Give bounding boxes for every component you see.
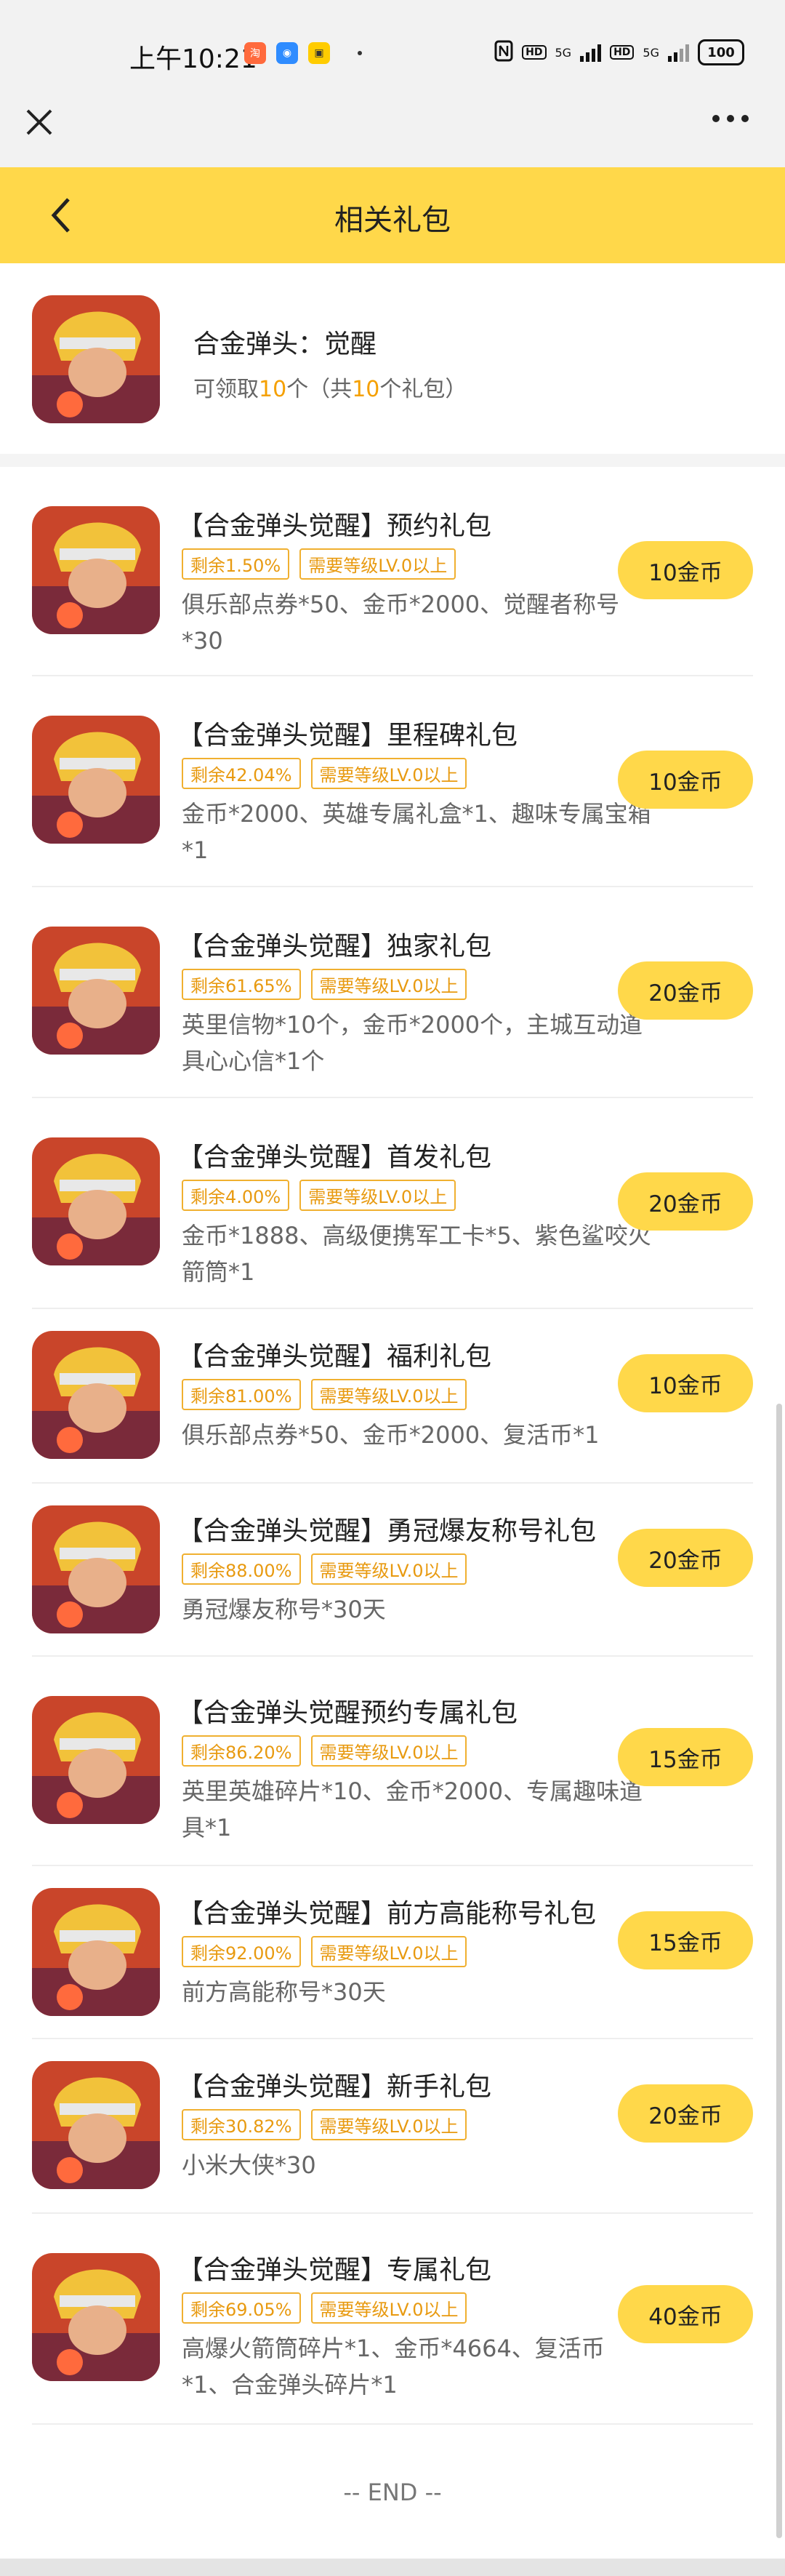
- level-badge: 需要等级LV.0以上: [299, 1180, 456, 1211]
- remaining-badge: 剩余61.65%: [182, 969, 301, 1000]
- gift-description: 俱乐部点券*50、金币*2000、复活币*1: [182, 1421, 600, 1449]
- gift-title: 【合金弹头觉醒】勇冠爆友称号礼包: [177, 1516, 597, 1546]
- scrollbar[interactable]: [776, 1404, 782, 2538]
- level-badge: 需要等级LV.0以上: [310, 1379, 467, 1410]
- gift-item[interactable]: 【合金弹头觉醒】新手礼包 剩余30.82% 需要等级LV.0以上 小米大侠*30 …: [32, 2039, 753, 2214]
- gift-description: 高爆火箭筒碎片*1、金币*4664、复活币*1、合金弹头碎片*1: [182, 2335, 605, 2399]
- page-header: 相关礼包: [0, 167, 785, 263]
- remaining-badge: 剩余88.00%: [182, 1553, 301, 1585]
- gift-title: 【合金弹头觉醒】首发礼包: [177, 1143, 492, 1172]
- gift-description: 英里信物*10个，金币*2000个，主城互动道具心心信*1个: [182, 1011, 643, 1075]
- hd-icon-2: HD: [610, 45, 635, 60]
- level-badge: 需要等级LV.0以上: [310, 1553, 467, 1585]
- gift-item[interactable]: 【合金弹头觉醒】勇冠爆友称号礼包 剩余88.00% 需要等级LV.0以上 勇冠爆友…: [32, 1484, 753, 1657]
- redeem-button[interactable]: 40金币: [618, 2285, 753, 2343]
- gift-description: 小米大侠*30: [182, 2151, 316, 2179]
- gift-item[interactable]: 【合金弹头觉醒】独家礼包 剩余61.65% 需要等级LV.0以上 英里信物*10个…: [32, 887, 753, 1098]
- game-icon: [32, 1505, 160, 1633]
- gift-item[interactable]: 【合金弹头觉醒】首发礼包 剩余4.00% 需要等级LV.0以上 金币*1888、高…: [32, 1098, 753, 1309]
- remaining-badge: 剩余42.04%: [182, 758, 301, 789]
- signal-icon: [580, 43, 602, 62]
- remaining-badge: 剩余92.00%: [182, 1936, 301, 1967]
- game-summary: 合金弹头：觉醒 可领取10个（共10个礼包）: [0, 263, 785, 454]
- game-icon: [32, 1696, 160, 1824]
- game-icon: [32, 1888, 160, 2016]
- gift-title: 【合金弹头觉醒】预约礼包: [177, 511, 492, 541]
- status-time: 上午10:21: [129, 44, 257, 74]
- gift-item[interactable]: 【合金弹头觉醒】前方高能称号礼包 剩余92.00% 需要等级LV.0以上 前方高能…: [32, 1866, 753, 2039]
- game-name: 合金弹头：觉醒: [193, 329, 377, 359]
- gift-description: 金币*1888、高级便携军工卡*5、紫色鲨咬火箭筒*1: [182, 1222, 651, 1286]
- webview-toolbar: [0, 102, 785, 167]
- section-divider: [0, 454, 785, 467]
- level-badge: 需要等级LV.0以上: [299, 548, 456, 580]
- gift-title: 【合金弹头觉醒预约专属礼包: [177, 1698, 518, 1728]
- system-navigation-bar: [0, 2559, 785, 2576]
- redeem-button[interactable]: 10金币: [618, 541, 753, 599]
- message-notification-icon: ◉: [276, 42, 298, 64]
- gift-item[interactable]: 【合金弹头觉醒】专属礼包 剩余69.05% 需要等级LV.0以上 高爆火箭筒碎片*…: [32, 2214, 753, 2425]
- level-badge: 需要等级LV.0以上: [310, 758, 467, 789]
- redeem-button[interactable]: 20金币: [618, 961, 753, 1020]
- gift-title: 【合金弹头觉醒】福利礼包: [177, 1342, 492, 1372]
- remaining-badge: 剩余69.05%: [182, 2292, 301, 2324]
- remaining-badge: 剩余4.00%: [182, 1180, 290, 1211]
- gift-title: 【合金弹头觉醒】前方高能称号礼包: [177, 1899, 597, 1929]
- redeem-button[interactable]: 20金币: [618, 1529, 753, 1587]
- gift-description: 勇冠爆友称号*30天: [182, 1596, 386, 1623]
- gift-item[interactable]: 【合金弹头觉醒】预约礼包 剩余1.50% 需要等级LV.0以上 俱乐部点券*50、…: [32, 467, 753, 676]
- game-icon: [32, 295, 160, 423]
- remaining-badge: 剩余1.50%: [182, 548, 290, 580]
- level-badge: 需要等级LV.0以上: [310, 2292, 467, 2324]
- gift-title: 【合金弹头觉醒】里程碑礼包: [177, 721, 518, 751]
- more-notifications-icon: [358, 51, 362, 55]
- redeem-button[interactable]: 10金币: [618, 1354, 753, 1412]
- app-notification-icon: ▣: [308, 42, 330, 64]
- remaining-badge: 剩余30.82%: [182, 2109, 301, 2140]
- hd-icon: HD: [522, 45, 547, 60]
- gift-item[interactable]: 【合金弹头觉醒】里程碑礼包 剩余42.04% 需要等级LV.0以上 金币*2000…: [32, 676, 753, 887]
- gift-item[interactable]: 【合金弹头觉醒】福利礼包 剩余81.00% 需要等级LV.0以上 俱乐部点券*50…: [32, 1309, 753, 1484]
- redeem-button[interactable]: 10金币: [618, 751, 753, 809]
- gift-description: 金币*2000、英雄专属礼盒*1、趣味专属宝箱*1: [182, 800, 651, 864]
- game-icon: [32, 2061, 160, 2189]
- gift-title: 【合金弹头觉醒】独家礼包: [177, 932, 492, 961]
- redeem-button[interactable]: 15金币: [618, 1728, 753, 1786]
- level-badge: 需要等级LV.0以上: [310, 2109, 467, 2140]
- gift-item[interactable]: 【合金弹头觉醒预约专属礼包 剩余86.20% 需要等级LV.0以上 英里英雄碎片*…: [32, 1657, 753, 1866]
- list-end-label: -- END --: [343, 2479, 442, 2506]
- game-icon: [32, 2253, 160, 2381]
- level-badge: 需要等级LV.0以上: [310, 1735, 467, 1767]
- signal-icon-2: [668, 43, 689, 62]
- redeem-button[interactable]: 20金币: [618, 1172, 753, 1231]
- gift-description: 俱乐部点券*50、金币*2000、觉醒者称号*30: [182, 591, 620, 655]
- nfc-icon: [494, 40, 513, 65]
- level-badge: 需要等级LV.0以上: [310, 969, 467, 1000]
- game-icon: [32, 716, 160, 844]
- network-label-2: 5G: [643, 45, 659, 60]
- taobao-notification-icon: 淘: [244, 42, 266, 64]
- page-title: 相关礼包: [334, 204, 451, 237]
- remaining-badge: 剩余86.20%: [182, 1735, 301, 1767]
- redeem-button[interactable]: 20金币: [618, 2084, 753, 2143]
- gift-description: 英里英雄碎片*10、金币*2000、专属趣味道具*1: [182, 1777, 643, 1841]
- close-icon[interactable]: [25, 108, 54, 140]
- game-icon: [32, 506, 160, 634]
- battery-icon: 100: [698, 39, 744, 65]
- more-options-icon[interactable]: [712, 115, 749, 122]
- status-bar: 上午10:21 淘 ◉ ▣ HD 5G HD 5G 100: [0, 0, 785, 102]
- gift-description: 前方高能称号*30天: [182, 1978, 386, 2006]
- gift-list: 【合金弹头觉醒】预约礼包 剩余1.50% 需要等级LV.0以上 俱乐部点券*50、…: [0, 467, 785, 2425]
- gift-title: 【合金弹头觉醒】新手礼包: [177, 2072, 492, 2102]
- game-icon: [32, 1137, 160, 1265]
- gift-count-summary: 可领取10个（共10个礼包）: [193, 377, 467, 402]
- gift-title: 【合金弹头觉醒】专属礼包: [177, 2255, 492, 2285]
- game-icon: [32, 927, 160, 1055]
- redeem-button[interactable]: 15金币: [618, 1911, 753, 1969]
- network-label: 5G: [555, 45, 572, 60]
- game-icon: [32, 1331, 160, 1459]
- level-badge: 需要等级LV.0以上: [310, 1936, 467, 1967]
- remaining-badge: 剩余81.00%: [182, 1379, 301, 1410]
